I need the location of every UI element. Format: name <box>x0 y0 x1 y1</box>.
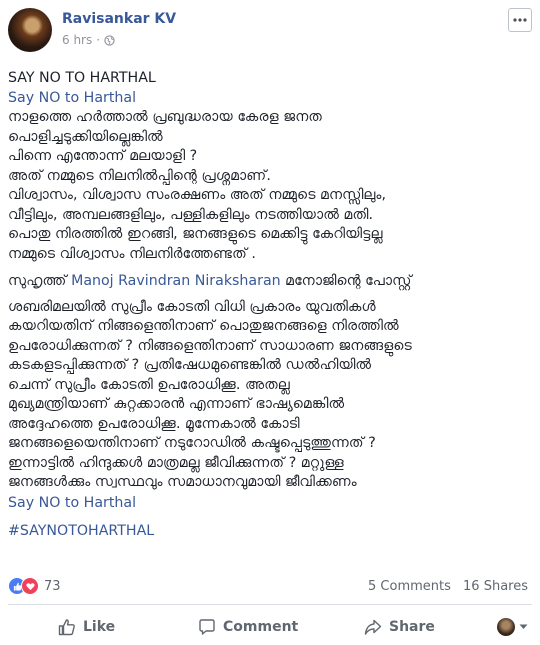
author-name[interactable]: Ravisankar KV <box>62 11 176 27</box>
more-options-icon <box>513 18 527 22</box>
comment-label: Comment <box>223 619 299 635</box>
post-as-selector[interactable] <box>497 618 528 636</box>
viewer-avatar <box>497 618 515 636</box>
share-suffix: മനോജിന്റെ പോസ്റ്റ് <box>285 273 412 289</box>
post-line: SAY NO TO HARTHAL <box>8 70 156 86</box>
closing-link[interactable]: Say NO to Harthal <box>8 493 532 513</box>
post-line-link[interactable]: Say NO to Harthal <box>8 88 532 108</box>
post-line: നാളത്തെ ഹർത്താൽ പ്രബുദ്ധരായ കേരള ജനത <box>8 109 322 125</box>
quote-line: കയറിയതിന് നിങ്ങളെന്തിനാണ് പൊതുജനങ്ങളെ നി… <box>8 318 399 334</box>
hashtag-link[interactable]: #SAYNOTOHARTHAL <box>8 521 532 541</box>
thumbs-up-icon <box>58 619 75 636</box>
share-label: Share <box>389 619 435 635</box>
post-line: പൊതു നിരത്തിൽ ഇറങ്ങി, ജനങ്ങളുടെ മെക്കിട്… <box>8 226 383 242</box>
quote-line: മുഖ്യമന്ത്രിയാണ് കുറ്റക്കാരൻ എന്നാണ് ഭാഷ… <box>8 396 345 412</box>
shared-credit-line: സുഹൃത്ത് Manoj Ravindran Niraksharan മനോ… <box>8 272 532 292</box>
quote-line: ജനങ്ങൾക്കും സ്വസ്ഥവും സമാധാനവുമായി ജീവിക… <box>8 474 357 490</box>
post-meta: 6 hrs · <box>62 33 115 47</box>
comments-count-link[interactable]: 5 Comments <box>368 579 451 594</box>
quote-line: ജനങ്ങളെയെന്തിനാണ് നടുറോഡിൽ കഷ്ടപ്പെടുത്ത… <box>8 435 376 451</box>
quote-line: ചെന്ന് സുപ്രീം കോടതി ഉപരോധിക്കൂ. അതല്ല <box>8 376 290 393</box>
quote-line: ഉപരോധിക്കുന്നത് ? നിങ്ങളെന്തിനാണ് സാധാരണ… <box>8 337 412 354</box>
tagged-friend-link[interactable]: Manoj Ravindran Niraksharan <box>71 273 281 289</box>
more-options-button[interactable] <box>508 8 532 32</box>
quote-line: ഇന്നാട്ടിൽ ഹിന്ദുക്കൾ മാത്രമല്ല ജീവിക്കു… <box>8 454 344 471</box>
quote-line: കടകളടപ്പിക്കുന്നത് ? പ്രതിഷേധമുണ്ടെങ്കിൽ… <box>8 357 372 373</box>
author-avatar[interactable] <box>8 8 52 52</box>
action-bar: Like Comment Share <box>8 612 532 642</box>
shares-count-link[interactable]: 16 Shares <box>463 579 528 594</box>
reaction-count: 73 <box>44 578 61 594</box>
post-line: അത് നമ്മുടെ നിലനിൽപ്പിന്റെ പ്രശ്നമാണ്. <box>8 167 271 184</box>
action-divider <box>8 604 532 605</box>
globe-icon[interactable] <box>104 34 115 46</box>
comment-icon <box>199 619 215 635</box>
like-label: Like <box>83 619 116 635</box>
share-prefix: സുഹൃത്ത് <box>8 273 67 289</box>
post-line: പിന്നെ എന്തോന്ന് മലയാളി ? <box>8 148 198 164</box>
reactions-summary[interactable]: 73 <box>8 577 61 595</box>
post-body: SAY NO TO HARTHAL Say NO to Harthal നാളത… <box>8 68 532 541</box>
post-timestamp[interactable]: 6 hrs <box>62 33 92 47</box>
share-button[interactable]: Share <box>364 618 435 636</box>
post-line: നമ്മുടെ വിശ്വാസം നിലനിർത്തേണ്ടത് . <box>8 245 256 262</box>
engagement-counts: 5 Comments 16 Shares <box>360 579 528 594</box>
like-button[interactable]: Like <box>58 618 115 636</box>
quote-line: അദ്ദേഹത്തെ ഉപരോധിക്കൂ. മൂന്നേകാൽ കോടി <box>8 415 300 432</box>
caret-down-icon <box>519 624 528 629</box>
love-reaction-icon <box>21 577 39 595</box>
post-line: വീട്ടിലും, അമ്പലങ്ങളിലും, പള്ളികളിലും നട… <box>8 206 374 223</box>
meta-separator: · <box>96 33 101 47</box>
share-arrow-icon <box>364 619 382 635</box>
comment-button[interactable]: Comment <box>198 618 298 636</box>
post-line: വിശ്വാസം, വിശ്വാസ സംരക്ഷണം അത് നമ്മുടെ മ… <box>8 187 386 203</box>
quote-line: ശബരിമലയിൽ സുപ്രീം കോടതി വിധി പ്രകാരം യുവ… <box>8 298 376 315</box>
post-header: Ravisankar KV 6 hrs · <box>8 8 532 56</box>
post-line: പൊളിച്ചടുക്കിയില്ലെങ്കിൽ <box>8 128 163 145</box>
